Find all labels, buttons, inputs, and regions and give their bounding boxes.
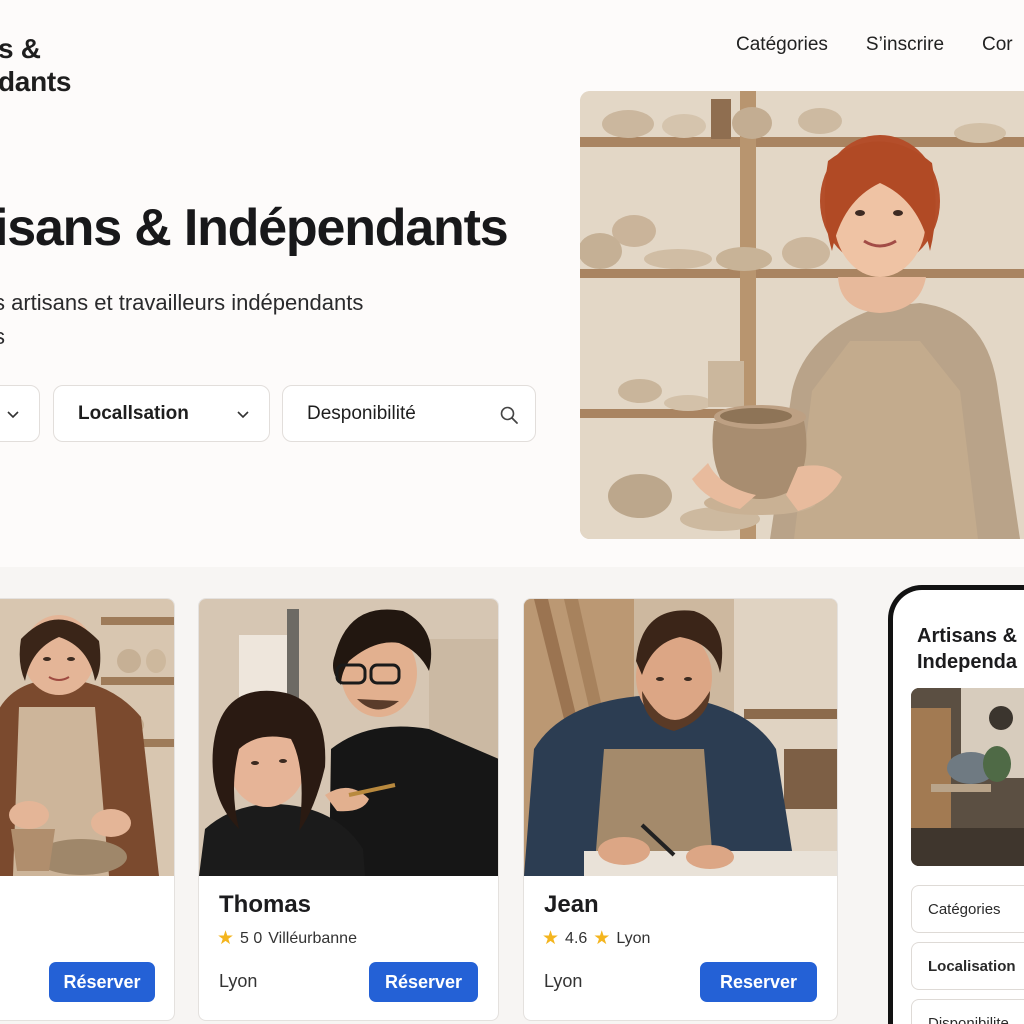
hero-title: isans & Indépendants <box>0 199 509 257</box>
artisan-city: Lyon <box>544 971 583 991</box>
card-photo-illustration <box>524 599 837 876</box>
artisan-photo <box>199 599 498 876</box>
brand-line-2: dants <box>0 66 72 97</box>
artisan-photo <box>524 599 837 876</box>
brand-line-1: s & <box>0 33 41 64</box>
search-icon[interactable] <box>499 405 519 425</box>
nav-categories[interactable]: Catégories <box>736 34 828 56</box>
mobile-title-line-2: Independa <box>917 651 1018 673</box>
mobile-title-line-1: Artisans & <box>917 625 1018 647</box>
hero-subtitle: s artisans et travailleurs indépendants … <box>0 286 363 354</box>
mobile-availability-field[interactable]: Disponibilite <box>911 999 1024 1024</box>
mobile-location-field[interactable]: Localisation <box>911 942 1024 990</box>
reserve-button[interactable]: Réserver <box>49 962 155 1002</box>
brand-logo[interactable]: s & dants <box>0 32 71 98</box>
hero-subtitle-line-2: s <box>0 320 363 354</box>
artisan-name: Jean <box>544 891 599 918</box>
artisan-name: Thomas <box>219 891 312 918</box>
chevron-down-icon <box>237 411 249 419</box>
availability-label: Desponibilité <box>307 402 416 424</box>
page: s & dants Catégories S’inscrire Cor isan… <box>0 0 1024 1024</box>
mobile-categories-field[interactable]: Catégories <box>911 885 1024 933</box>
reserve-button[interactable]: Réserver <box>369 962 478 1002</box>
nav-signup[interactable]: S’inscrire <box>866 34 944 56</box>
mobile-preview: Artisans & Independa Catégories Localisa… <box>888 585 1024 1024</box>
rating-value: 5 0 <box>240 929 263 947</box>
location-dropdown[interactable]: Locallsation <box>53 385 270 442</box>
star-icon: ★ <box>542 928 560 949</box>
artisan-card[interactable]: Réserver <box>0 598 175 1021</box>
nav-contact[interactable]: Cor <box>982 34 1013 56</box>
location-dropdown-label: Locallsation <box>78 402 189 424</box>
mobile-title: Artisans & Independa <box>917 623 1017 675</box>
rating-place: Villéurbanne <box>268 929 357 947</box>
star-icon: ★ <box>593 928 611 949</box>
artisan-photo <box>0 599 174 876</box>
top-nav: Catégories S’inscrire Cor <box>736 34 1013 56</box>
reserve-button[interactable]: Reserver <box>700 962 817 1002</box>
availability-search-input[interactable]: Desponibilité <box>282 385 536 442</box>
rating-place: Lyon <box>616 929 651 947</box>
hero-photo-illustration <box>580 91 1024 539</box>
artisan-city: Lyon <box>219 971 258 991</box>
mobile-workshop-photo <box>911 688 1024 866</box>
card-photo-illustration <box>0 599 174 876</box>
rating-value: 4.6 <box>565 929 588 947</box>
hero-potter-photo <box>580 91 1024 539</box>
artisan-card-jean[interactable]: Jean ★ 4.6 ★ Lyon Lyon Reserver <box>523 598 838 1021</box>
artisan-rating: ★ 5 0 Villéurbanne <box>217 929 357 948</box>
artisan-card-thomas[interactable]: Thomas ★ 5 0 Villéurbanne Lyon Réserver <box>198 598 499 1021</box>
star-icon: ★ <box>217 928 235 949</box>
card-photo-illustration <box>199 599 498 876</box>
chevron-down-icon <box>7 411 19 419</box>
artisan-rating: ★ 4.6 ★ Lyon <box>542 929 650 948</box>
mobile-photo-illustration <box>911 688 1024 866</box>
hero-subtitle-line-1: s artisans et travailleurs indépendants <box>0 290 364 315</box>
category-dropdown[interactable] <box>0 385 40 442</box>
